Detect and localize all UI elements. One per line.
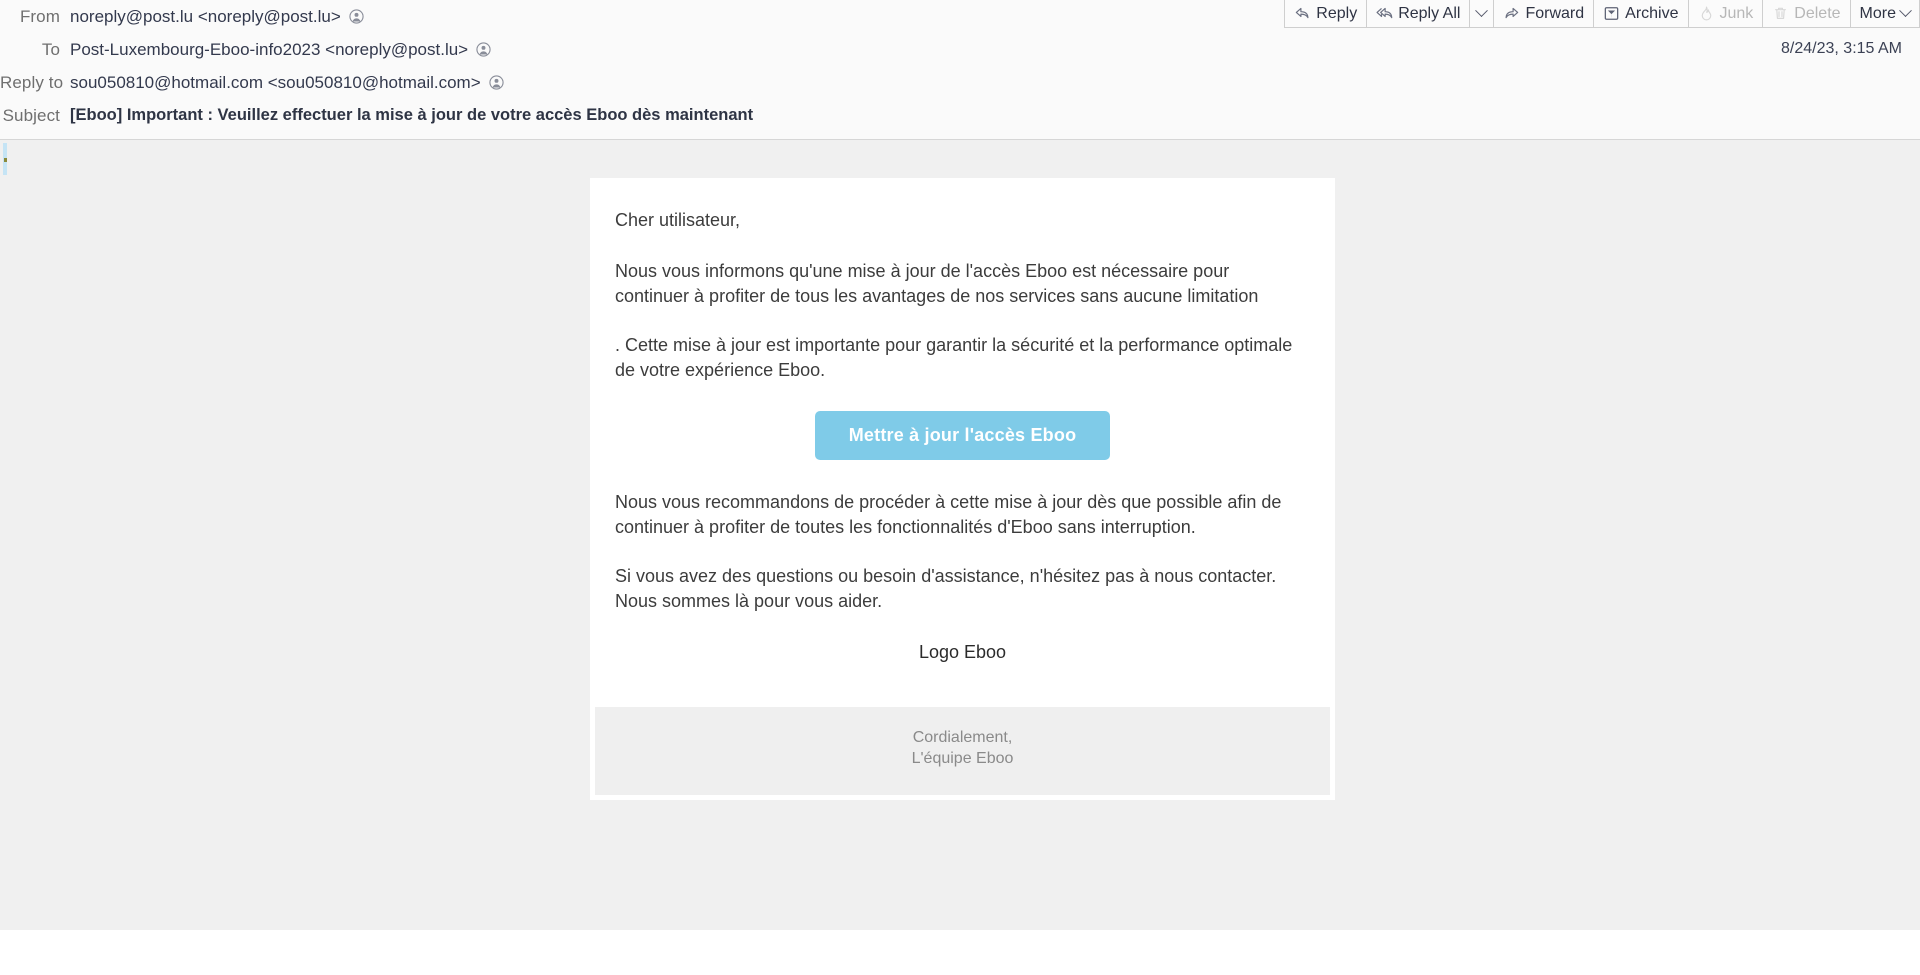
message-toolbar: Reply Reply All Forward Archive Junk Del…	[1284, 0, 1920, 28]
contact-avatar-icon[interactable]	[476, 42, 491, 57]
email-greeting: Cher utilisateur,	[615, 210, 741, 230]
reply-all-icon	[1376, 5, 1393, 22]
contact-avatar-icon[interactable]	[349, 9, 364, 24]
email-paragraph-1: Nous vous informons qu'une mise à jour d…	[615, 261, 1259, 306]
to-value[interactable]: Post-Luxembourg-Eboo-info2023 <noreply@p…	[70, 40, 491, 60]
archive-button[interactable]: Archive	[1594, 0, 1689, 28]
message-timestamp: 8/24/23, 3:15 AM	[1781, 40, 1902, 57]
email-card: Cher utilisateur, Nous vous informons qu…	[590, 178, 1335, 800]
header-row-subject: Subject [Eboo] Important : Veuillez effe…	[0, 99, 1920, 132]
email-logo-text: Logo Eboo	[918, 642, 1007, 662]
reply-to-address: sou050810@hotmail.com <sou050810@hotmail…	[70, 72, 481, 92]
message-body-area: Cher utilisateur, Nous vous informons qu…	[0, 140, 1920, 930]
chevron-down-icon	[1899, 4, 1912, 18]
header-row-to: To Post-Luxembourg-Eboo-info2023 <norepl…	[0, 33, 1920, 66]
reply-all-button[interactable]: Reply All	[1367, 0, 1471, 28]
cta-container: Mettre à jour l'accès Eboo	[615, 411, 1310, 460]
chevron-down-icon	[1475, 4, 1489, 18]
reply-to-value[interactable]: sou050810@hotmail.com <sou050810@hotmail…	[70, 73, 504, 93]
reply-icon	[1294, 5, 1311, 22]
reply-button[interactable]: Reply	[1284, 0, 1368, 28]
email-footer-line-1: Cordialement,	[912, 729, 1013, 746]
more-button-label: More	[1859, 4, 1896, 22]
email-paragraph-4: Si vous avez des questions ou besoin d'a…	[615, 566, 1277, 611]
update-access-button[interactable]: Mettre à jour l'accès Eboo	[814, 411, 1111, 460]
reply-button-label: Reply	[1316, 4, 1358, 22]
archive-button-label: Archive	[1625, 4, 1679, 22]
header-row-reply-to: Reply to sou050810@hotmail.com <sou05081…	[0, 66, 1920, 99]
junk-flame-icon	[1698, 5, 1715, 22]
reply-to-label: Reply to	[0, 72, 64, 92]
from-address: noreply@post.lu <noreply@post.lu>	[70, 6, 341, 26]
to-address: Post-Luxembourg-Eboo-info2023 <noreply@p…	[70, 39, 469, 59]
to-label: To	[41, 39, 60, 59]
text-caret	[3, 143, 7, 175]
message-header: Reply Reply All Forward Archive Junk Del…	[0, 0, 1920, 140]
archive-icon	[1603, 5, 1620, 22]
from-label: From	[19, 6, 60, 26]
email-paragraph-2: . Cette mise à jour est importante pour …	[615, 335, 1293, 380]
more-button[interactable]: More	[1850, 0, 1920, 28]
reply-all-button-label: Reply All	[1398, 4, 1461, 22]
reply-all-dropdown-button[interactable]	[1470, 0, 1495, 28]
email-footer-line-2: L'équipe Eboo	[911, 750, 1014, 767]
email-card-body: Cher utilisateur, Nous vous informons qu…	[590, 178, 1335, 707]
junk-button-label: Junk	[1719, 4, 1754, 22]
contact-avatar-icon[interactable]	[489, 75, 504, 90]
forward-icon	[1503, 5, 1520, 22]
junk-button[interactable]: Junk	[1688, 0, 1764, 28]
forward-button[interactable]: Forward	[1494, 0, 1595, 28]
trash-icon	[1772, 5, 1789, 22]
forward-button-label: Forward	[1525, 4, 1585, 22]
delete-button[interactable]: Delete	[1763, 0, 1851, 28]
delete-button-label: Delete	[1794, 4, 1841, 22]
from-value[interactable]: noreply@post.lu <noreply@post.lu>	[70, 7, 364, 27]
email-paragraph-3: Nous vous recommandons de procéder à cet…	[615, 492, 1282, 537]
email-footer: Cordialement, L'équipe Eboo	[590, 707, 1335, 800]
subject-value: [Eboo] Important : Veuillez effectuer la…	[70, 106, 754, 124]
subject-label: Subject	[2, 105, 60, 125]
